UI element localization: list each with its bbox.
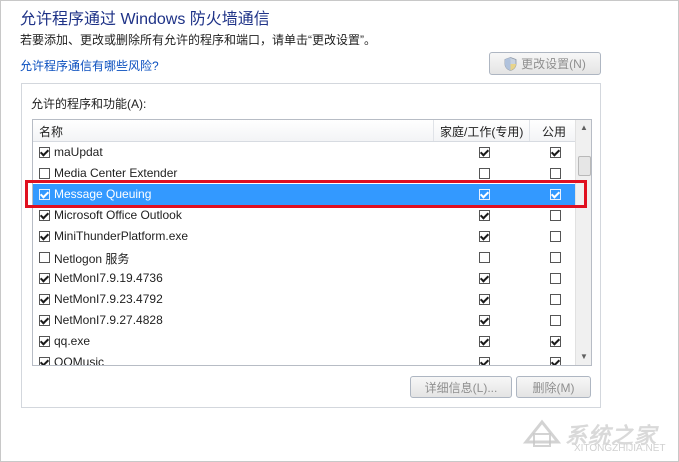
column-header-public[interactable]: 公用 [542, 123, 566, 140]
scroll-up-arrow-icon[interactable]: ▲ [576, 120, 591, 136]
uac-shield-icon [504, 56, 517, 71]
public-checkbox[interactable] [550, 147, 561, 158]
risk-info-link[interactable]: 允许程序通信有哪些风险? [20, 57, 159, 74]
column-header-home-work[interactable]: 家庭/工作(专用) [440, 123, 523, 140]
home-work-checkbox[interactable] [479, 336, 490, 347]
details-button[interactable]: 详细信息(L)... [410, 376, 512, 398]
program-name: NetMonI7.9.19.4736 [54, 271, 163, 285]
page-subtitle: 若要添加、更改或删除所有允许的程序和端口，请单击“更改设置”。 [20, 33, 376, 47]
home-work-checkbox[interactable] [479, 231, 490, 242]
list-item[interactable]: NetMonI7.9.23.4792 [33, 289, 575, 310]
program-name: MiniThunderPlatform.exe [54, 229, 189, 243]
program-name: qq.exe [54, 334, 91, 348]
scroll-thumb[interactable] [578, 156, 591, 176]
home-work-checkbox[interactable] [479, 357, 490, 365]
program-name: QQMusic [54, 355, 105, 366]
public-checkbox[interactable] [550, 336, 561, 347]
home-work-checkbox[interactable] [479, 210, 490, 221]
enable-checkbox[interactable] [39, 294, 50, 305]
page-title: 允许程序通过 Windows 防火墙通信 [20, 11, 270, 28]
program-name: Netlogon 服务 [54, 252, 130, 266]
enable-checkbox[interactable] [39, 231, 50, 242]
enable-checkbox[interactable] [39, 168, 50, 179]
list-rows: maUpdat Media Center Extender Message Queu… [33, 142, 575, 366]
list-item[interactable]: QQMusic [33, 352, 575, 366]
column-divider [433, 120, 434, 141]
list-item[interactable]: Microsoft Office Outlook [33, 205, 575, 226]
list-item[interactable]: Netlogon 服务 [33, 247, 575, 268]
delete-button[interactable]: 删除(M) [516, 376, 591, 398]
public-checkbox[interactable] [550, 273, 561, 284]
public-checkbox[interactable] [550, 231, 561, 242]
list-item[interactable]: qq.exe [33, 331, 575, 352]
public-checkbox[interactable] [550, 168, 561, 179]
home-work-checkbox[interactable] [479, 168, 490, 179]
list-item[interactable]: NetMonI7.9.27.4828 [33, 310, 575, 331]
home-work-checkbox[interactable] [479, 273, 490, 284]
list-header: 名称 家庭/工作(专用) 公用 [33, 120, 575, 142]
program-name: NetMonI7.9.23.4792 [54, 292, 163, 306]
programs-list[interactable]: 名称 家庭/工作(专用) 公用 maUpdat Media Center Exte… [32, 119, 592, 366]
red-highlight-box [25, 180, 587, 208]
enable-checkbox[interactable] [39, 210, 50, 221]
allowed-programs-label: 允许的程序和功能(A): [31, 97, 147, 111]
change-settings-button[interactable]: 更改设置(N) [489, 52, 601, 75]
column-header-name[interactable]: 名称 [39, 123, 63, 140]
enable-checkbox[interactable] [39, 273, 50, 284]
enable-checkbox[interactable] [39, 252, 50, 263]
list-item[interactable]: MiniThunderPlatform.exe [33, 226, 575, 247]
program-name: Microsoft Office Outlook [54, 208, 182, 222]
public-checkbox[interactable] [550, 210, 561, 221]
enable-checkbox[interactable] [39, 147, 50, 158]
program-name: Media Center Extender [54, 166, 178, 180]
enable-checkbox[interactable] [39, 315, 50, 326]
public-checkbox[interactable] [550, 294, 561, 305]
vertical-scrollbar[interactable]: ▲ ▼ [575, 120, 591, 365]
list-item[interactable]: maUpdat [33, 142, 575, 163]
home-work-checkbox[interactable] [479, 294, 490, 305]
public-checkbox[interactable] [550, 315, 561, 326]
public-checkbox[interactable] [550, 357, 561, 365]
public-checkbox[interactable] [550, 252, 561, 263]
change-settings-label: 更改设置(N) [521, 57, 586, 71]
list-item[interactable]: NetMonI7.9.19.4736 [33, 268, 575, 289]
watermark-url: XITONGZHIJIA.NET [574, 443, 666, 454]
program-name: NetMonI7.9.27.4828 [54, 313, 163, 327]
enable-checkbox[interactable] [39, 357, 50, 365]
enable-checkbox[interactable] [39, 336, 50, 347]
home-work-checkbox[interactable] [479, 147, 490, 158]
home-work-checkbox[interactable] [479, 315, 490, 326]
program-name: maUpdat [54, 145, 103, 159]
scroll-down-arrow-icon[interactable]: ▼ [576, 349, 591, 365]
home-work-checkbox[interactable] [479, 252, 490, 263]
column-divider [529, 120, 530, 141]
